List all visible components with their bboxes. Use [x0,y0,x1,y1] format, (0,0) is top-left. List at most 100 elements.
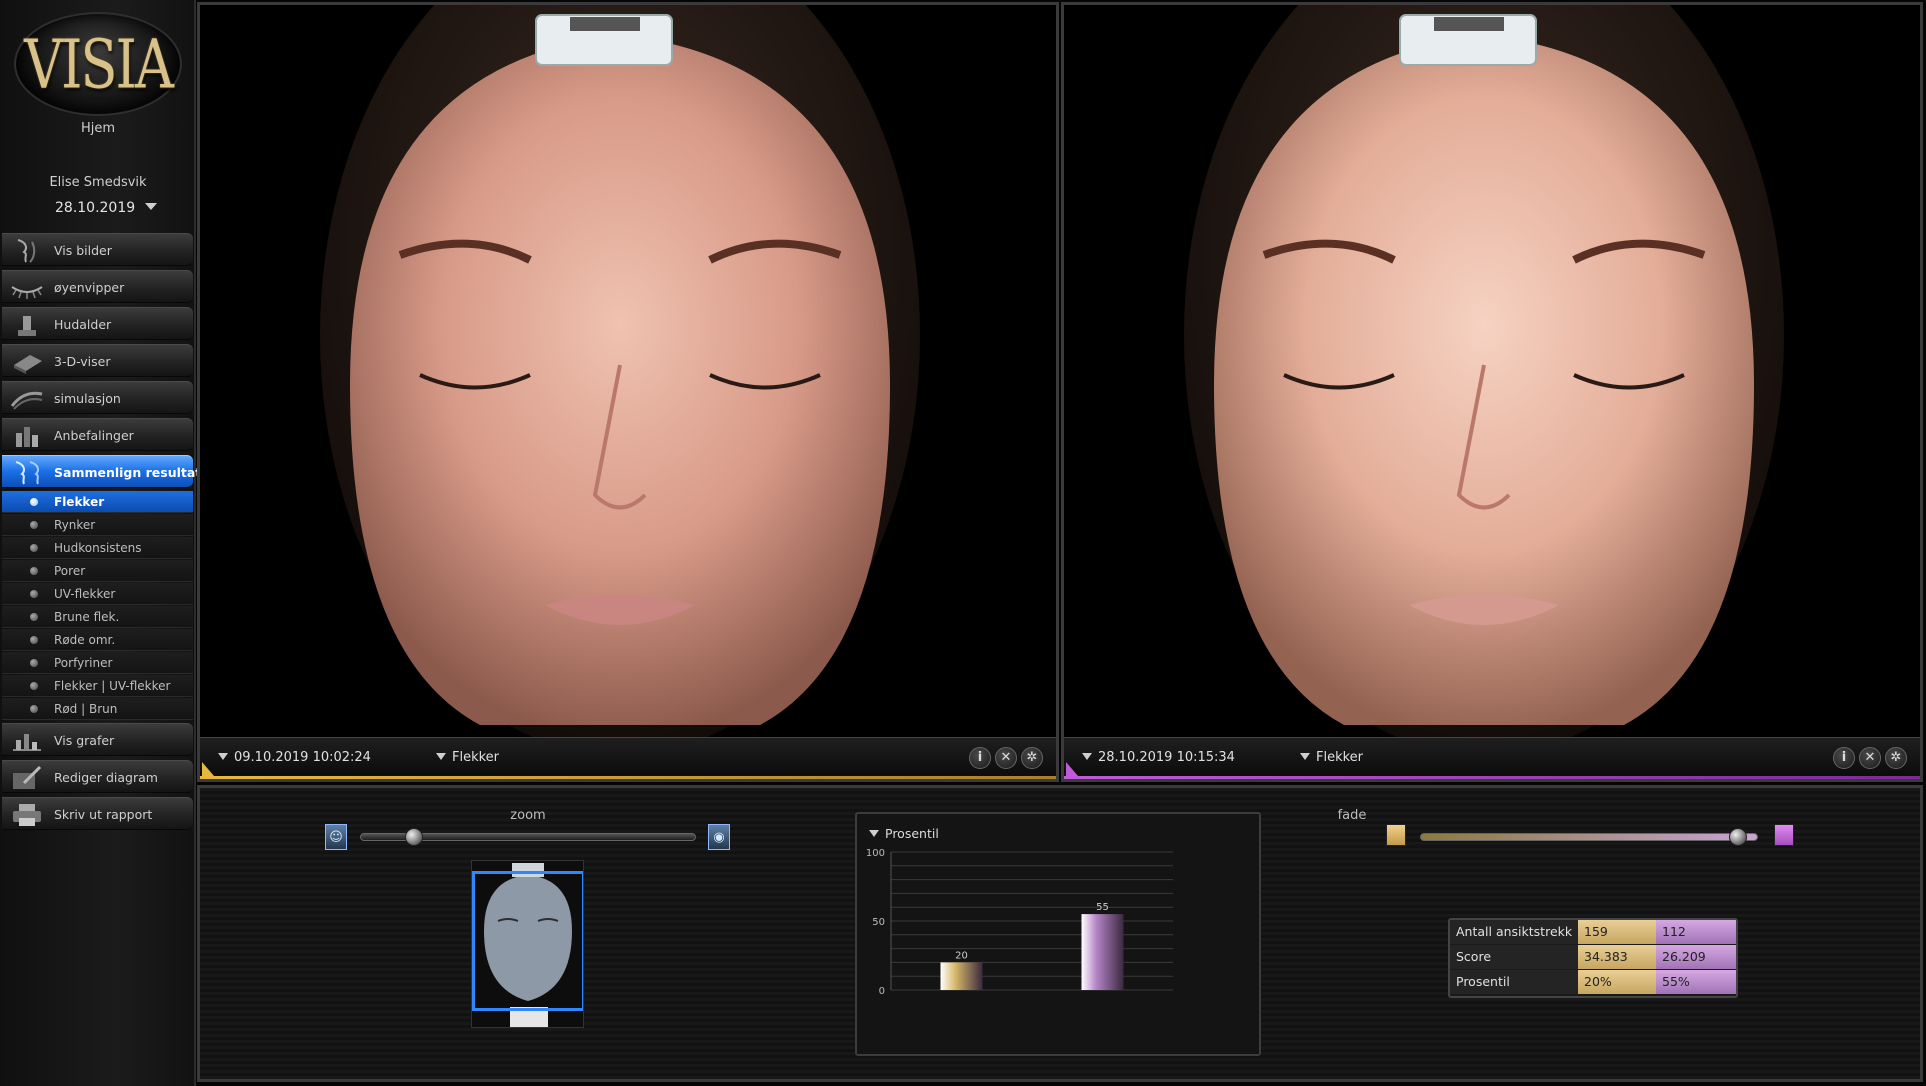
eyelash-icon [8,275,46,301]
minimap-viewport-frame[interactable] [472,871,583,1011]
y-tick-label: 100 [866,848,885,859]
nav-label: øyenvipper [54,280,125,295]
nav-anbefalinger[interactable]: Anbefalinger [2,418,193,451]
chart-title-toggle[interactable]: Prosentil [869,826,939,841]
home-link[interactable]: Hjem [0,121,196,136]
nav-label: 3-D-viser [54,354,111,369]
nav-skriv-ut-rapport[interactable]: Skriv ut rapport [2,797,193,830]
sub-item-porfyriner[interactable]: Porfyriner [2,652,193,674]
results-table: Antall ansiktstrekk 159 112 Score 34.383… [1448,918,1738,998]
graphs-icon [8,728,46,754]
fade-right-swatch[interactable] [1774,824,1794,846]
close-button[interactable]: ✕ [1859,747,1881,769]
nav-rediger-diagram[interactable]: Rediger diagram [2,760,193,793]
nav-label: Sammenlign resultater [54,465,216,480]
eye-icon: ◉ [713,829,725,845]
bar-value-label: 55 [1096,902,1109,913]
nav-sammenlign-resultater[interactable]: Sammenlign resultater [2,455,216,488]
sub-item-label: Flekker [54,495,105,509]
sub-item-flekker-uv-flekker[interactable]: Flekker | UV-flekker [2,675,193,697]
nav-3d-viser[interactable]: 3-D-viser [2,344,193,377]
sub-item-brune-flek[interactable]: Brune flek. [2,606,193,628]
right-mode-select[interactable]: Flekker [1300,750,1363,765]
chevron-down-icon [436,753,446,760]
info-icon: i [977,750,983,765]
right-image-panel: 28.10.2019 10:15:34 Flekker i ✕ ✲ [1061,2,1923,782]
zoom-in-button[interactable]: ◉ [708,824,730,850]
settings-button[interactable]: ✲ [1021,747,1043,769]
bullet-icon [30,613,38,621]
fade-label: fade [1337,808,1367,823]
nav-vis-bilder[interactable]: Vis bilder [2,233,193,266]
settings-button[interactable]: ✲ [1885,747,1907,769]
sub-item-rynker[interactable]: Rynker [2,514,193,536]
fade-slider-track[interactable] [1420,833,1758,841]
sub-item-porer[interactable]: Porer [2,560,193,582]
right-datetime: 28.10.2019 10:15:34 [1098,750,1235,765]
3d-viewer-icon [8,349,46,375]
gear-icon: ✲ [1026,750,1038,765]
right-face-photo[interactable] [1064,5,1920,737]
info-button[interactable]: i [1833,747,1855,769]
sub-item-label: Rynker [54,518,96,532]
compare-results-icon [8,460,46,486]
bullet-icon [30,636,38,644]
bullet-icon [30,567,38,575]
logo-text: VISIA [24,24,174,104]
y-tick-label: 50 [872,917,885,928]
row-label: Prosentil [1450,970,1578,994]
nav-label: Rediger diagram [54,770,158,785]
left-accent-line [200,776,1056,779]
zoom-minimap[interactable] [471,860,584,1028]
sub-item-label: Rød | Brun [54,702,118,716]
info-button[interactable]: i [969,747,991,769]
right-date-select[interactable]: 28.10.2019 10:15:34 [1082,750,1235,765]
value-right: 26.209 [1656,945,1736,969]
chevron-down-icon [1082,753,1092,760]
bullet-icon [30,682,38,690]
nav-label: Vis grafer [54,733,115,748]
gear-icon: ✲ [1890,750,1902,765]
zoom-label: zoom [510,808,546,823]
nav-simulasjon[interactable]: simulasjon [2,381,193,414]
y-tick-label: 0 [879,986,885,997]
left-mode-select[interactable]: Flekker [436,750,499,765]
left-mode: Flekker [452,750,500,765]
face-thumbnail-icon: ☺ [329,829,343,845]
sub-item-label: Flekker | UV-flekker [54,679,171,693]
fade-slider-knob[interactable] [1728,828,1747,846]
bullet-icon [30,521,38,529]
value-right: 55% [1656,970,1736,994]
info-icon: i [1841,750,1847,765]
nav-label: Hudalder [54,317,112,332]
sub-item-rod-brun[interactable]: Rød | Brun [2,698,193,720]
recommendations-icon [8,423,46,449]
sub-item-flekker[interactable]: Flekker [2,491,193,513]
patient-name: Elise Smedsvik [49,175,147,190]
close-button[interactable]: ✕ [995,747,1017,769]
bullet-icon [30,544,38,552]
zoom-out-button[interactable]: ☺ [325,824,347,850]
sub-item-hudkonsistens[interactable]: Hudkonsistens [2,537,193,559]
corner-marker [202,762,214,776]
sub-item-label: Brune flek. [54,610,120,624]
nav-oyenvipper[interactable]: øyenvipper [2,270,193,303]
value-left: 159 [1578,920,1656,944]
nav-label: Skriv ut rapport [54,807,153,822]
nav-vis-grafer[interactable]: Vis grafer [2,723,193,756]
sub-item-uv-flekker[interactable]: UV-flekker [2,583,193,605]
nav-hudalder[interactable]: Hudalder [2,307,193,340]
right-accent-line [1064,776,1920,779]
bottom-controls: zoom ☺ ◉ Prosentil 0 50 100 20 55 fade Antal… [197,785,1923,1082]
bar-value-label: 20 [955,950,968,961]
left-face-photo[interactable] [200,5,1056,737]
zoom-slider-knob[interactable] [404,828,423,846]
sub-item-rode-omr[interactable]: Røde omr. [2,629,193,651]
visia-logo[interactable]: VISIA [14,12,182,116]
nav-label: simulasjon [54,391,121,406]
session-date-select[interactable]: 28.10.2019 [55,200,158,216]
fade-left-swatch[interactable] [1386,824,1406,846]
right-panel-toolbar: 28.10.2019 10:15:34 Flekker i ✕ ✲ [1064,737,1920,779]
left-date-select[interactable]: 09.10.2019 10:02:24 [218,750,371,765]
chevron-down-icon [145,203,158,210]
